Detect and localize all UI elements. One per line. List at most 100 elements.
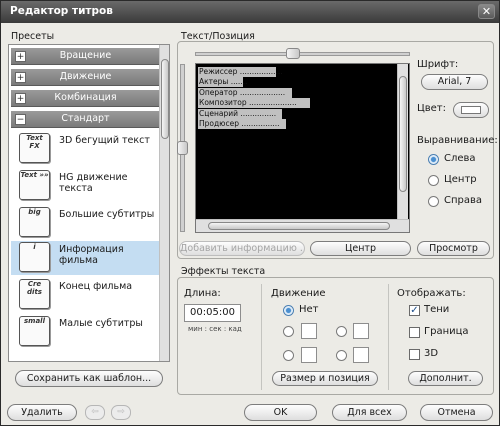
window-titlebar[interactable]: Редактор титров ✕ <box>1 1 499 23</box>
align-left-label: Слева <box>444 153 476 164</box>
align-center-radio[interactable] <box>428 175 439 186</box>
category-rotation[interactable]: + Вращение <box>11 48 160 65</box>
color-label: Цвет: <box>417 103 447 114</box>
credits-icon: Cre dits <box>19 279 50 309</box>
vertical-slider-handle[interactable] <box>177 141 188 155</box>
text-effects-label: Эффекты текста <box>181 266 266 277</box>
preview-line[interactable]: Актеры ....... <box>198 77 247 87</box>
preset-label: Конец фильма <box>59 281 133 292</box>
scrollbar-thumb[interactable] <box>399 76 407 192</box>
presets-list[interactable]: + Вращение + Движение + Комбинация − Стандар… <box>8 44 170 362</box>
color-picker-button[interactable] <box>453 102 489 118</box>
align-center-label: Центр <box>444 174 477 185</box>
small-subtitles-icon: small <box>19 316 50 346</box>
3d-label: 3D <box>424 348 439 359</box>
size-position-button[interactable]: Размер и позиция <box>272 371 378 386</box>
divider <box>388 284 389 390</box>
preset-small-subtitles[interactable]: small Малые субтитры <box>11 315 160 349</box>
category-label: Вращение <box>59 50 112 61</box>
scrollbar-thumb[interactable] <box>161 59 169 139</box>
big-subtitles-icon: big <box>19 207 50 237</box>
category-combination[interactable]: + Комбинация <box>11 90 160 107</box>
text-motion-icon: Text »» <box>19 170 50 200</box>
alignment-label: Выравнивание: <box>417 135 498 146</box>
shadow-checkbox[interactable]: ✓ <box>409 305 420 316</box>
add-info-button[interactable]: Добавить информацию ... <box>179 241 305 256</box>
preview-vertical-scrollbar[interactable] <box>397 64 408 219</box>
motion-option-radio[interactable] <box>283 326 294 337</box>
preset-label: Информация фильма <box>59 244 124 266</box>
preview-line[interactable]: Режиссер .................. <box>198 67 283 77</box>
border-label: Граница <box>424 326 469 337</box>
cancel-button[interactable]: Отмена <box>420 404 493 421</box>
expand-icon[interactable]: + <box>15 51 26 62</box>
window-title: Редактор титров <box>10 5 113 17</box>
preset-label: 3D бегущий текст <box>59 135 150 146</box>
preset-3d-scrolling-text[interactable]: Text FX 3D бегущий текст <box>11 132 160 166</box>
next-arrow-icon[interactable]: ⇨ <box>111 405 131 420</box>
title-preview-canvas[interactable]: Режиссер .................. Актеры .....… <box>195 63 410 233</box>
category-label: Комбинация <box>54 92 117 103</box>
preview-horizontal-scrollbar[interactable] <box>196 219 409 232</box>
preset-big-subtitles[interactable]: big Большие субтитры <box>11 206 160 240</box>
preview-line[interactable]: Оператор ................... <box>198 88 292 98</box>
divider <box>261 284 262 390</box>
align-right-radio[interactable] <box>428 196 439 207</box>
preset-label: HG движение текста <box>59 172 128 194</box>
ok-button[interactable]: OK <box>244 404 317 421</box>
preview-line[interactable]: Продюсер ................ <box>198 119 286 129</box>
motion-direction-box[interactable] <box>301 323 317 339</box>
align-left-radio[interactable] <box>428 154 439 165</box>
horizontal-position-slider[interactable] <box>195 52 410 56</box>
presets-label: Пресеты <box>11 31 55 42</box>
preset-end-credits[interactable]: Cre dits Конец фильма <box>11 278 160 312</box>
align-right-label: Справа <box>444 195 483 206</box>
expand-icon[interactable]: + <box>15 72 26 83</box>
preset-movie-info[interactable]: i Информация фильма <box>11 241 160 275</box>
category-motion[interactable]: + Движение <box>11 69 160 86</box>
preset-label: Малые субтитры <box>59 318 143 329</box>
horizontal-slider-handle[interactable] <box>286 48 300 59</box>
shadow-label: Тени <box>424 304 450 315</box>
preview-line[interactable]: Композитор .................... <box>198 98 310 108</box>
motion-option-radio[interactable] <box>336 350 347 361</box>
motion-option-radio[interactable] <box>336 326 347 337</box>
scrollbar-thumb[interactable] <box>208 222 390 230</box>
border-checkbox[interactable] <box>409 327 420 338</box>
category-standard[interactable]: − Стандарт <box>11 111 160 128</box>
preset-hg-text-motion[interactable]: Text »» HG движение текста <box>11 169 160 203</box>
3d-checkbox[interactable] <box>409 349 420 360</box>
preset-label: Большие субтитры <box>59 209 155 220</box>
display-label: Отображать: <box>397 288 466 299</box>
previous-arrow-icon[interactable]: ⇦ <box>85 405 105 420</box>
motion-direction-box[interactable] <box>301 347 317 363</box>
delete-button[interactable]: Удалить <box>7 404 77 421</box>
more-options-button[interactable]: Дополнит. <box>408 371 483 386</box>
preview-button[interactable]: Просмотр <box>417 241 490 256</box>
save-as-template-button[interactable]: Сохранить как шаблон... <box>15 370 163 387</box>
motion-label: Движение <box>271 288 326 299</box>
center-button[interactable]: Центр <box>310 241 411 256</box>
category-label: Стандарт <box>61 113 110 124</box>
duration-label: Длина: <box>184 288 221 299</box>
font-button[interactable]: Arial, 7 <box>421 74 488 90</box>
motion-none-radio[interactable] <box>283 305 294 316</box>
title-editor-window: Редактор титров ✕ Пресеты + Вращение + Дви… <box>0 0 500 426</box>
close-icon[interactable]: ✕ <box>478 4 495 19</box>
collapse-icon[interactable]: − <box>15 114 26 125</box>
text-fx-icon: Text FX <box>19 133 50 163</box>
color-swatch <box>461 106 481 114</box>
motion-direction-box[interactable] <box>353 347 369 363</box>
motion-none-label: Нет <box>299 304 319 315</box>
duration-input[interactable]: 00:05:00 <box>184 304 241 322</box>
duration-units: мин : сек : кад <box>188 325 242 333</box>
font-label: Шрифт: <box>417 59 459 70</box>
preview-line[interactable]: Сценарий ............... <box>198 109 282 119</box>
movie-info-icon: i <box>19 242 50 272</box>
expand-icon[interactable]: + <box>15 93 26 104</box>
motion-direction-box[interactable] <box>353 323 369 339</box>
presets-scrollbar[interactable] <box>159 45 169 361</box>
apply-all-button[interactable]: Для всех <box>332 404 407 421</box>
category-label: Движение <box>59 71 112 82</box>
motion-option-radio[interactable] <box>283 350 294 361</box>
